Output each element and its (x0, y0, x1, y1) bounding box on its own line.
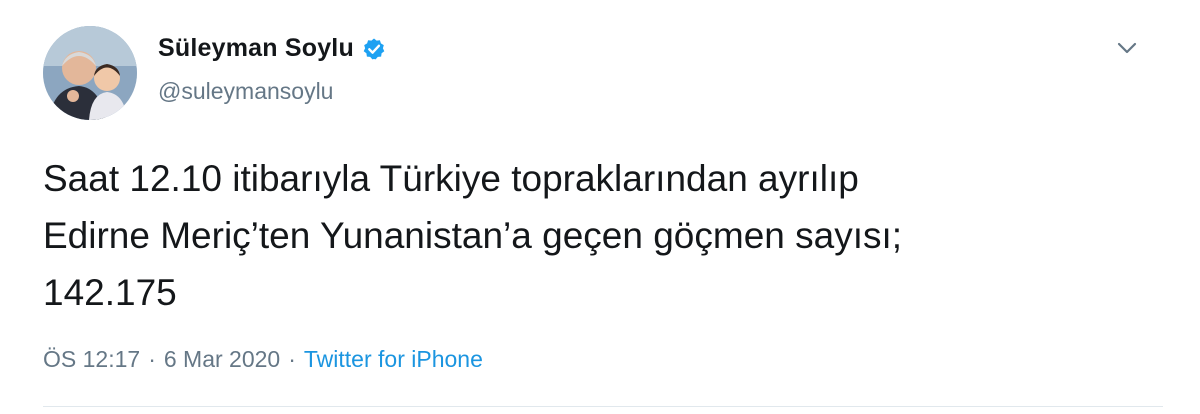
verified-badge-icon (362, 37, 386, 61)
author-handle[interactable]: @suleymansoylu (158, 78, 333, 105)
divider (43, 406, 1163, 407)
tweet-time[interactable]: ÖS 12:17 (43, 346, 140, 373)
chevron-down-icon[interactable] (1112, 36, 1142, 60)
tweet-date[interactable]: 6 Mar 2020 (164, 346, 280, 373)
meta-separator: · (148, 346, 156, 372)
tweet-meta: ÖS 12:17 · 6 Mar 2020 · Twitter for iPho… (43, 346, 483, 373)
meta-separator: · (288, 346, 296, 372)
display-name[interactable]: Süleyman Soylu (158, 34, 354, 63)
tweet-card: Süleyman Soylu @suleymansoylu Saat 12.10… (0, 0, 1200, 414)
tweet-source-link[interactable]: Twitter for iPhone (304, 346, 483, 373)
author-name-row[interactable]: Süleyman Soylu (158, 34, 386, 63)
tweet-text: Saat 12.10 itibarıyla Türkiye toprakları… (43, 158, 903, 313)
avatar[interactable] (43, 26, 137, 120)
